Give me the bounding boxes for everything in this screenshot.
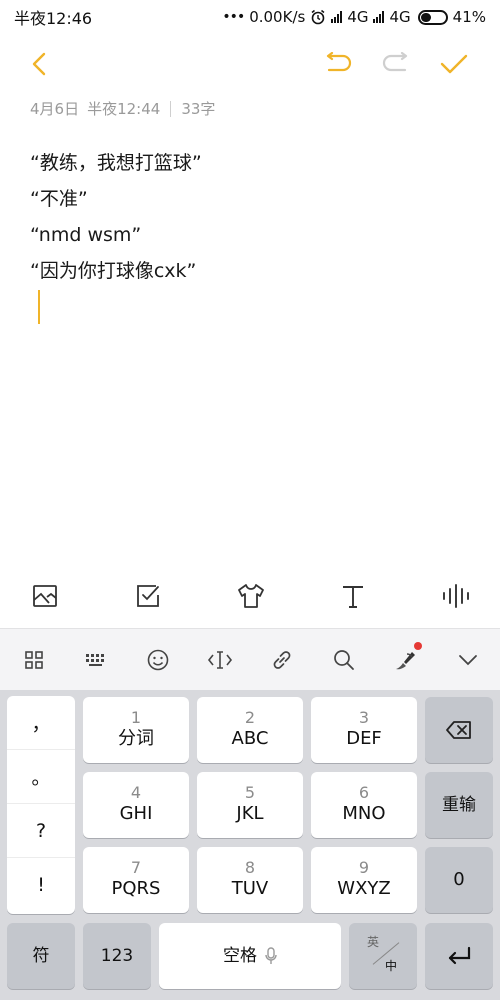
text-cursor	[38, 290, 40, 324]
note-time: 半夜12:44	[87, 100, 161, 118]
note-line: “nmd wsm”	[30, 224, 142, 246]
editor-toolbar	[0, 572, 500, 620]
network-type-1: 4G	[347, 8, 369, 26]
back-button[interactable]	[24, 48, 56, 80]
done-button[interactable]	[438, 48, 470, 80]
search-icon	[334, 649, 354, 670]
lang-en-label: 英	[367, 935, 380, 949]
keyboard-icon	[86, 653, 104, 666]
chevron-left-icon	[32, 52, 46, 76]
text-format-button[interactable]	[336, 579, 370, 613]
enter-button[interactable]	[425, 923, 493, 989]
cursor-icon	[207, 650, 233, 669]
notification-dot	[414, 641, 422, 650]
status-time: 半夜12:46	[14, 9, 93, 28]
app-grid-button[interactable]	[20, 646, 48, 674]
t9-keyboard: ， 。 ? ! 1 分词 2 ABC 3 DEF 4 GHI 5 JKL 6 M…	[0, 690, 500, 1000]
voice-icon	[443, 584, 469, 608]
key-8[interactable]: 8 TUV	[197, 847, 303, 913]
note-meta: 4月6日 半夜12:44 33字	[30, 98, 215, 119]
backspace-icon	[446, 721, 471, 739]
punct-question-key[interactable]: ?	[7, 804, 75, 858]
signal-2-icon	[373, 11, 385, 23]
language-switch-button[interactable]: 英 中	[349, 923, 417, 989]
microphone-icon	[265, 947, 277, 964]
text-format-icon	[343, 586, 364, 608]
grid-icon	[25, 650, 43, 669]
keyboard-switch-button[interactable]	[82, 646, 110, 674]
key-2[interactable]: 2 ABC	[197, 697, 303, 763]
redo-button[interactable]	[380, 48, 412, 80]
check-icon	[440, 54, 468, 74]
emoji-icon	[147, 649, 169, 670]
punctuation-column: ， 。 ? !	[7, 696, 75, 914]
checklist-button[interactable]	[131, 579, 165, 613]
battery-icon	[417, 9, 448, 25]
status-bar: 半夜12:46 ••• 0.00K/s 4G 4G 41%	[0, 0, 500, 34]
checklist-icon	[136, 585, 159, 607]
chevron-down-icon	[459, 654, 477, 665]
alarm-icon	[311, 9, 325, 25]
undo-button[interactable]	[322, 48, 354, 80]
key-1[interactable]: 1 分词	[83, 697, 189, 763]
numeric-button[interactable]: 123	[83, 923, 151, 989]
space-bar[interactable]: 空格	[159, 923, 341, 989]
emoji-button[interactable]	[144, 646, 172, 674]
enter-icon	[448, 946, 471, 965]
insert-image-button[interactable]	[28, 579, 62, 613]
collapse-keyboard-button[interactable]	[454, 646, 482, 674]
note-char-count: 33字	[181, 100, 216, 118]
theme-icon	[237, 584, 264, 608]
symbol-button[interactable]: 符	[7, 923, 75, 989]
cursor-control-button[interactable]	[206, 646, 234, 674]
redo-icon	[382, 52, 408, 72]
note-line: “教练，我想打篮球”	[30, 152, 202, 174]
backspace-button[interactable]	[425, 697, 493, 763]
battery-level: 41%	[452, 8, 486, 26]
note-toolbar	[0, 40, 500, 88]
key-7[interactable]: 7 PQRS	[83, 847, 189, 913]
status-indicators: ••• 0.00K/s 4G 4G 41%	[222, 8, 486, 26]
punct-period-key[interactable]: 。	[7, 750, 75, 804]
key-6[interactable]: 6 MNO	[311, 772, 417, 838]
note-editor[interactable]: “教练，我想打篮球” “不准” “nmd wsm” “因为你打球像cxk”	[30, 145, 470, 289]
meta-divider	[170, 100, 172, 117]
key-9[interactable]: 9 WXYZ	[311, 847, 417, 913]
image-icon	[33, 585, 57, 607]
signal-1-icon	[331, 11, 343, 23]
keyboard-toolbar	[0, 628, 500, 690]
key-5[interactable]: 5 JKL	[197, 772, 303, 838]
key-3[interactable]: 3 DEF	[311, 697, 417, 763]
search-button[interactable]	[330, 646, 358, 674]
link-button[interactable]	[268, 646, 296, 674]
network-speed: 0.00K/s	[249, 8, 306, 26]
note-line: “不准”	[30, 188, 88, 210]
skin-icon	[396, 651, 415, 669]
key-0[interactable]: 0	[425, 847, 493, 913]
skin-button[interactable]	[392, 641, 422, 674]
note-line: “因为你打球像cxk”	[30, 260, 197, 282]
voice-input-button[interactable]	[439, 579, 473, 613]
lang-zh-label: 中	[385, 959, 398, 973]
key-4[interactable]: 4 GHI	[83, 772, 189, 838]
punct-exclaim-key[interactable]: !	[7, 858, 75, 912]
note-date: 4月6日	[30, 100, 80, 118]
undo-icon	[326, 52, 352, 72]
theme-button[interactable]	[234, 579, 268, 613]
punct-comma-key[interactable]: ，	[7, 696, 75, 750]
reenter-button[interactable]: 重输	[425, 772, 493, 838]
more-dots-icon: •••	[222, 9, 245, 25]
network-type-2: 4G	[389, 8, 411, 26]
link-icon	[273, 650, 291, 669]
